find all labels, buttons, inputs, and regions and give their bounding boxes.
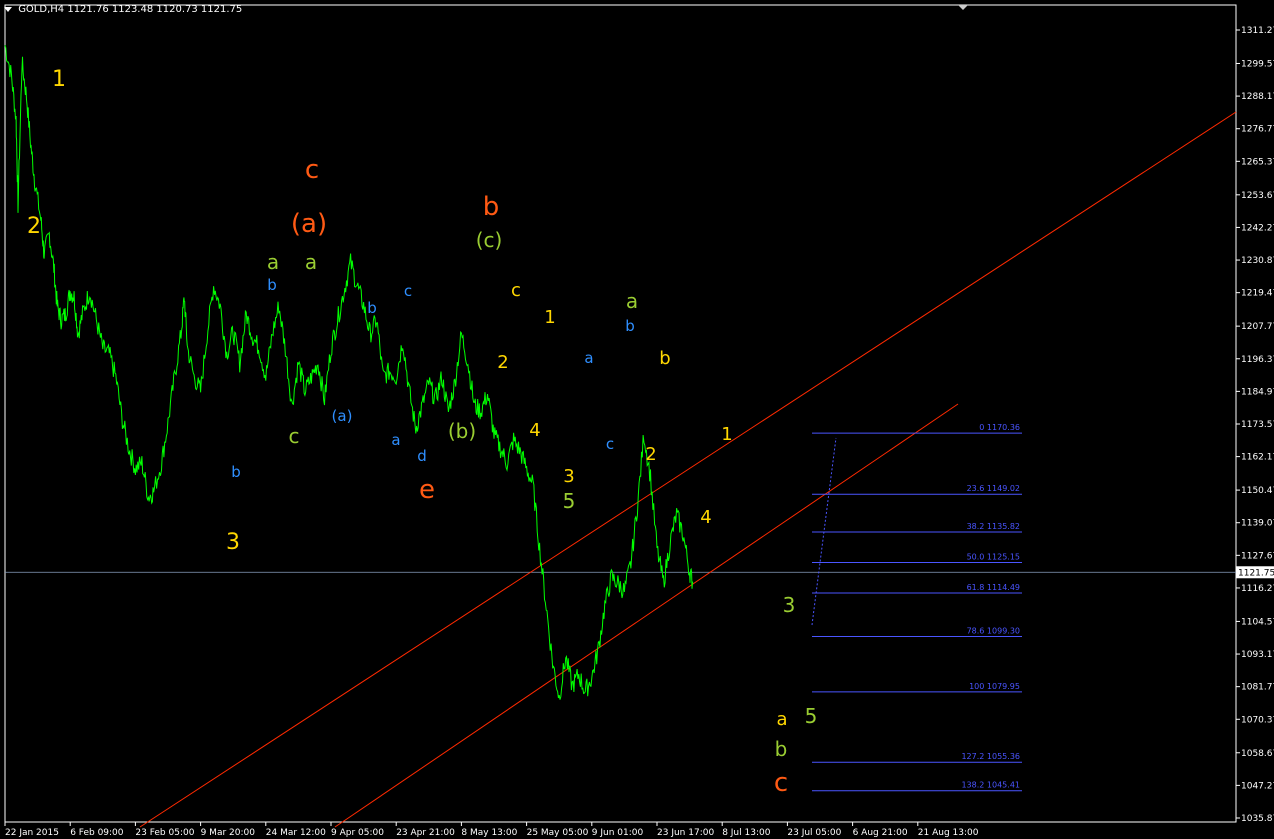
time-tick-label: 23 Jul 05:00 <box>787 828 841 838</box>
time-tick-label: 6 Aug 21:00 <box>853 828 908 838</box>
dropdown-triangle-icon[interactable] <box>4 6 12 12</box>
wave-label: 3 <box>563 466 574 487</box>
price-tick-label: 1162.17 <box>1241 453 1274 463</box>
wave-label: 1 <box>544 307 555 328</box>
fib-level-label: 138.2 1045.41 <box>961 781 1020 790</box>
wave-label: c <box>774 768 788 798</box>
wave-label: 5 <box>805 704 818 728</box>
price-tick-label: 1196.37 <box>1241 355 1274 365</box>
price-tick-label: 1242.27 <box>1241 223 1274 233</box>
wave-label: a <box>391 431 400 449</box>
price-tick-label: 1127.67 <box>1241 551 1274 561</box>
wave-label: e <box>419 475 435 505</box>
price-tick-label: 1184.97 <box>1241 387 1274 397</box>
time-tick-label: 9 Apr 05:00 <box>331 828 384 838</box>
price-tick-label: 1230.87 <box>1241 256 1274 266</box>
time-tick-label: 21 Aug 13:00 <box>918 828 979 838</box>
wave-label: c <box>404 282 412 300</box>
fib-level-label: 23.6 1149.02 <box>967 484 1020 493</box>
price-tick-label: 1093.17 <box>1241 650 1274 660</box>
wave-label: c <box>305 155 319 185</box>
fib-trendline[interactable] <box>811 437 837 626</box>
time-tick-label: 8 May 13:00 <box>461 828 517 838</box>
wave-label: b <box>267 276 277 294</box>
price-chart[interactable]: 1311.27 1299.57 1288.17 1276.77 1265.37 1253.… <box>0 0 1274 839</box>
price-tick-label: 1070.37 <box>1241 715 1274 725</box>
time-tick-label: 24 Mar 12:00 <box>266 828 326 838</box>
wave-label: (b) <box>448 419 476 443</box>
price-tick-label: 1207.77 <box>1241 322 1274 332</box>
price-series-line <box>4 45 694 700</box>
chart-header: GOLD,H4 1121.76 1123.48 1120.73 1121.75 <box>4 4 242 15</box>
wave-label: a <box>267 250 279 274</box>
symbol-label: GOLD,H4 <box>18 4 65 15</box>
time-tick-label: 9 Jun 01:00 <box>592 828 644 838</box>
fib-level-label: 61.8 1114.49 <box>967 583 1020 592</box>
wave-label: a <box>305 250 317 274</box>
wave-label: 1 <box>52 67 66 92</box>
price-tick-label: 1299.57 <box>1241 59 1274 69</box>
wave-label: (a) <box>332 407 353 425</box>
wave-label: 2 <box>27 214 41 239</box>
wave-label: 1 <box>721 424 732 445</box>
wave-label: a <box>776 709 787 730</box>
wave-label: (a) <box>291 209 327 239</box>
wave-label: b <box>625 317 635 335</box>
price-tick-label: 1265.37 <box>1241 157 1274 167</box>
price-tick-label: 1104.57 <box>1241 617 1274 627</box>
price-tick-label: 1219.47 <box>1241 289 1274 299</box>
wave-label: 5 <box>563 489 576 513</box>
fib-level-label: 38.2 1135.82 <box>967 522 1020 531</box>
fib-level-label: 78.6 1099.30 <box>967 627 1020 636</box>
price-tick-label: 1116.27 <box>1241 584 1274 594</box>
wave-label: b <box>367 299 377 317</box>
price-tick-label: 1139.07 <box>1241 519 1274 529</box>
current-price-label: 1121.75 <box>1238 568 1274 578</box>
fib-level-label: 100 1079.95 <box>969 682 1020 691</box>
wave-label: a <box>626 289 638 313</box>
fib-level-label: 0 1170.36 <box>979 423 1020 432</box>
wave-label: 2 <box>497 352 508 373</box>
price-tick-label: 1081.77 <box>1241 683 1274 693</box>
time-tick-label: 25 May 05:00 <box>527 828 589 838</box>
time-tick-label: 9 Mar 20:00 <box>201 828 256 838</box>
price-tick-label: 1253.67 <box>1241 191 1274 201</box>
wave-label: b <box>659 348 670 369</box>
price-tick-label: 1276.77 <box>1241 125 1274 135</box>
ohlc-values: 1121.76 1123.48 1120.73 1121.75 <box>67 4 243 15</box>
wave-label: c <box>511 280 521 301</box>
time-tick-label: 23 Feb 05:00 <box>135 828 194 838</box>
wave-label: a <box>584 349 593 367</box>
wave-label: (c) <box>476 228 503 252</box>
wave-label: b <box>775 737 788 761</box>
wave-label: 4 <box>700 507 711 528</box>
time-tick-label: 8 Jul 13:00 <box>722 828 771 838</box>
price-tick-label: 1311.27 <box>1241 26 1274 36</box>
wave-label: 2 <box>645 444 656 465</box>
time-tick-label: 23 Apr 21:00 <box>396 828 455 838</box>
wave-label: c <box>606 435 614 453</box>
price-tick-label: 1150.47 <box>1241 486 1274 496</box>
wave-label: 3 <box>226 530 240 555</box>
price-tick-label: 1058.67 <box>1241 749 1274 759</box>
wave-label: 3 <box>783 593 796 617</box>
time-tick-label: 6 Feb 09:00 <box>70 828 124 838</box>
time-tick-label: 23 Jun 17:00 <box>657 828 714 838</box>
wave-label: b <box>231 463 241 481</box>
time-tick-label: 22 Jan 2015 <box>5 828 59 838</box>
mt4-chart-window[interactable]: 1311.27 1299.57 1288.17 1276.77 1265.37 1253.… <box>0 0 1274 839</box>
price-tick-label: 1173.57 <box>1241 420 1274 430</box>
wave-label: 4 <box>529 420 540 441</box>
fib-level-label: 50.0 1125.15 <box>967 553 1020 562</box>
wave-label: c <box>289 424 300 448</box>
chart-shift-icon[interactable] <box>958 5 968 10</box>
wave-label: b <box>483 192 500 222</box>
channel-lower-line[interactable] <box>334 403 959 828</box>
plot-frame <box>4 4 1237 823</box>
price-tick-label: 1288.17 <box>1241 92 1274 102</box>
price-tick-label: 1035.87 <box>1241 814 1274 824</box>
price-tick-label: 1047.27 <box>1241 781 1274 791</box>
wave-label: d <box>417 447 427 465</box>
fib-level-label: 127.2 1055.36 <box>961 752 1020 761</box>
